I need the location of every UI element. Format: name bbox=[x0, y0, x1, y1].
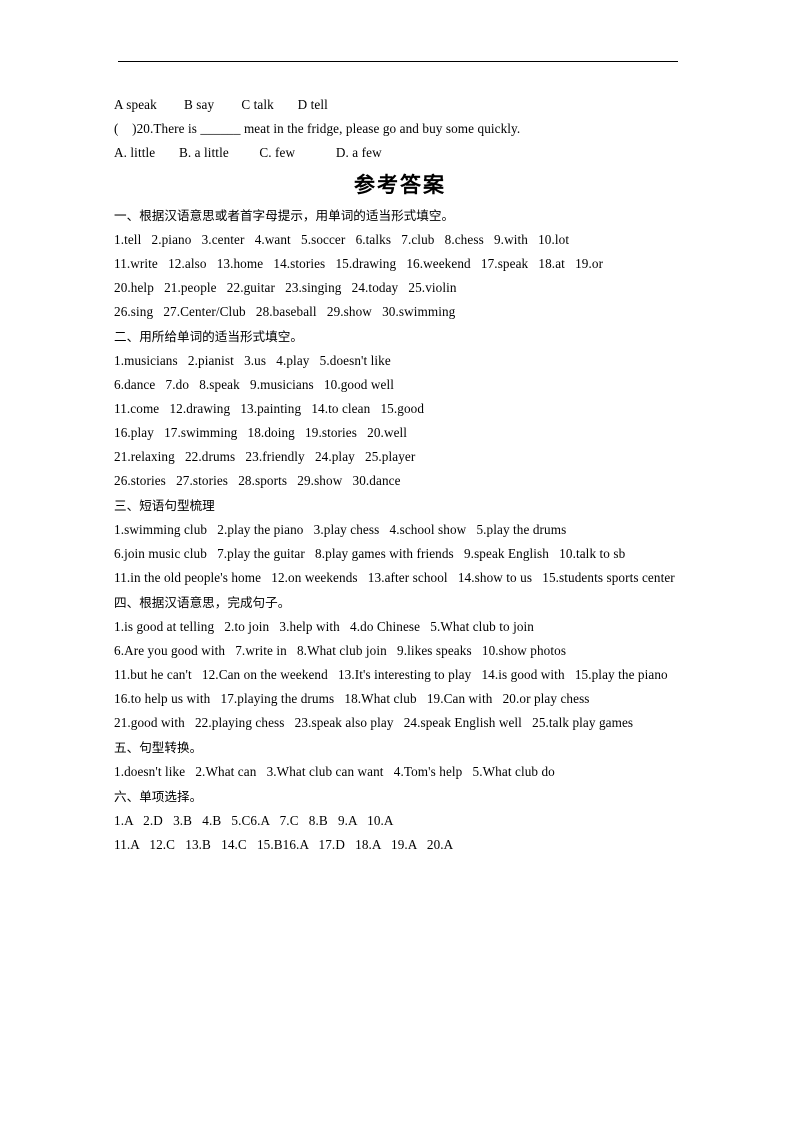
section-heading-5: 五、句型转换。 bbox=[114, 740, 203, 755]
section-2-line-1: 1.musicians 2.pianist 3.us 4.play 5.does… bbox=[114, 353, 391, 368]
document-body: A speak B say C talk D tell ( )20.There … bbox=[114, 93, 686, 857]
section-2-line-2: 6.dance 7.do 8.speak 9.musicians 10.good… bbox=[114, 377, 394, 392]
section-6-line-1: 1.A 2.D 3.B 4.B 5.C6.A 7.C 8.B 9.A 10.A bbox=[114, 813, 394, 828]
carryover-options-line: A speak B say C talk D tell bbox=[114, 97, 328, 112]
section-2-line-3: 11.come 12.drawing 13.painting 14.to cle… bbox=[114, 401, 425, 416]
section-heading-1: 一、根据汉语意思或者首字母提示，用单词的适当形式填空。 bbox=[114, 208, 455, 223]
document-page: A speak B say C talk D tell ( )20.There … bbox=[0, 0, 794, 1123]
section-5-line-1: 1.doesn't like 2.What can 3.What club ca… bbox=[114, 764, 555, 779]
section-3-line-1: 1.swimming club 2.play the piano 3.play … bbox=[114, 522, 567, 537]
section-3-line-2: 6.join music club 7.play the guitar 8.pl… bbox=[114, 546, 626, 561]
section-heading-6: 六、单项选择。 bbox=[114, 789, 203, 804]
section-3-line-3: 11.in the old people's home 12.on weeken… bbox=[114, 570, 675, 585]
section-heading-3: 三、短语句型梳理 bbox=[114, 498, 215, 513]
section-4-line-1: 1.is good at telling 2.to join 3.help wi… bbox=[114, 619, 535, 634]
section-6-line-2: 11.A 12.C 13.B 14.C 15.B16.A 17.D 18.A 1… bbox=[114, 837, 454, 852]
carryover-question-20-options: A. little B. a little C. few D. a few bbox=[114, 145, 382, 160]
section-4-line-2: 6.Are you good with 7.write in 8.What cl… bbox=[114, 643, 567, 658]
section-4-line-4: 16.to help us with 17.playing the drums … bbox=[114, 691, 590, 706]
section-1-line-1: 1.tell 2.piano 3.center 4.want 5.soccer … bbox=[114, 232, 570, 247]
section-4-line-5: 21.good with 22.playing chess 23.speak a… bbox=[114, 715, 634, 730]
section-2-line-6: 26.stories 27.stories 28.sports 29.show … bbox=[114, 473, 401, 488]
section-2-line-5: 21.relaxing 22.drums 23.friendly 24.play… bbox=[114, 449, 416, 464]
carryover-question-20: ( )20.There is ______ meat in the fridge… bbox=[114, 121, 521, 136]
section-1-line-4: 26.sing 27.Center/Club 28.baseball 29.sh… bbox=[114, 304, 456, 319]
page-title: 参考答案 bbox=[354, 173, 446, 197]
section-heading-2: 二、用所给单词的适当形式填空。 bbox=[114, 329, 303, 344]
section-1-line-2: 11.write 12.also 13.home 14.stories 15.d… bbox=[114, 256, 604, 271]
section-heading-4: 四、根据汉语意思，完成句子。 bbox=[114, 595, 291, 610]
section-4-line-3: 11.but he can't 12.Can on the weekend 13… bbox=[114, 667, 668, 682]
section-2-line-4: 16.play 17.swimming 18.doing 19.stories … bbox=[114, 425, 408, 440]
header-divider-rule bbox=[118, 61, 678, 62]
section-1-line-3: 20.help 21.people 22.guitar 23.singing 2… bbox=[114, 280, 457, 295]
